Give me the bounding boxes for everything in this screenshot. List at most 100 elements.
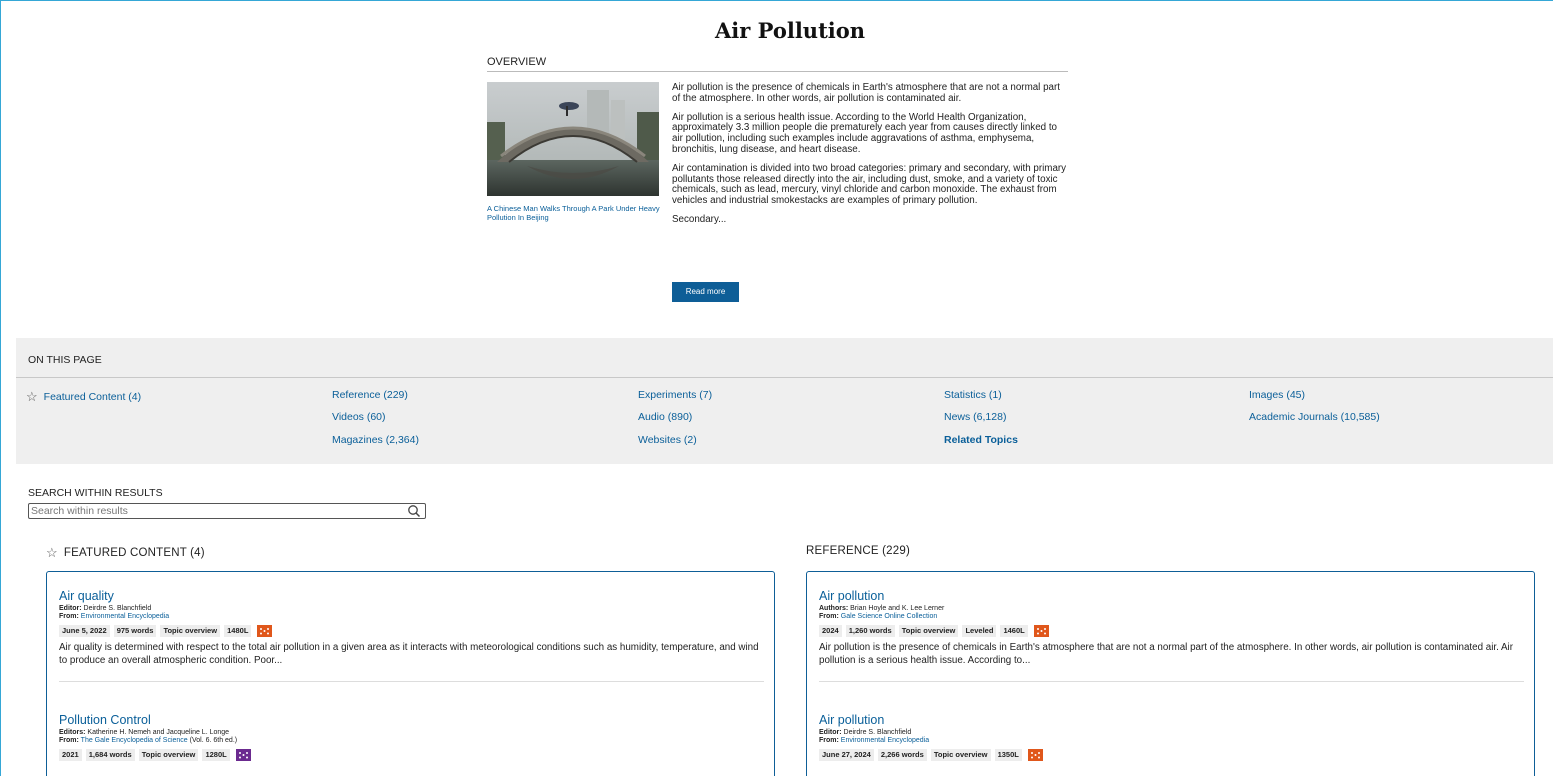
search-icon[interactable]	[407, 504, 421, 518]
reading-level-icon	[257, 625, 273, 637]
reading-level-icon	[1033, 625, 1049, 637]
otp-link-related-topics[interactable]: Related Topics	[944, 434, 1018, 446]
from-label: From:	[819, 613, 839, 620]
overview-heading: OVERVIEW	[487, 56, 1068, 72]
on-this-page-heading: ON THIS PAGE	[28, 354, 102, 366]
star-icon[interactable]: ☆	[46, 545, 58, 560]
word-count-tag: 975 words	[113, 625, 157, 637]
credit-value: Deirdre S. Blanchfield	[843, 729, 912, 736]
divider	[16, 377, 1553, 378]
content-type-tag: Topic overview	[930, 749, 991, 761]
otp-link-magazines[interactable]: Magazines (2,364)	[332, 434, 419, 446]
divider	[59, 681, 764, 682]
overview-image[interactable]	[487, 82, 659, 196]
search-within-heading: SEARCH WITHIN RESULTS	[28, 487, 163, 499]
list-item: Air pollution Authors: Brian Hoyle and K…	[819, 589, 1524, 682]
from-label: From:	[59, 613, 79, 620]
otp-link-audio[interactable]: Audio (890)	[638, 411, 692, 423]
result-credit: Editor: Deirdre S. Blanchfield	[59, 605, 764, 613]
result-tags: 2021 1,684 words Topic overview 1280L	[59, 749, 764, 762]
result-source: From: Environmental Encyclopedia	[819, 737, 1524, 745]
content-type-tag: Topic overview	[138, 749, 199, 761]
reading-level-icon	[1027, 749, 1043, 761]
date-tag: June 5, 2022	[59, 625, 110, 637]
otp-link-reference[interactable]: Reference (229)	[332, 389, 408, 401]
result-source: From: Environmental Encyclopedia	[59, 613, 764, 621]
otp-link-images[interactable]: Images (45)	[1249, 389, 1305, 401]
credit-label: Editors:	[59, 729, 86, 736]
overview-image-caption[interactable]: A Chinese Man Walks Through A Park Under…	[487, 204, 665, 222]
read-more-button[interactable]: Read more	[672, 282, 739, 302]
result-source: From: Gale Science Online Collection	[819, 613, 1524, 621]
reference-card: Air pollution Authors: Brian Hoyle and K…	[806, 571, 1535, 776]
content-type-tag: Topic overview	[898, 625, 959, 637]
date-tag: 2021	[59, 749, 82, 761]
list-item: Pollution Control Editors: Katherine H. …	[59, 713, 764, 762]
source-link[interactable]: Environmental Encyclopedia	[841, 737, 929, 744]
leveled-tag: Leveled	[962, 625, 997, 637]
star-icon: ☆	[26, 389, 38, 404]
source-volume: (Vol. 6. 6th ed.)	[187, 737, 238, 744]
otp-link-statistics[interactable]: Statistics (1)	[944, 389, 1002, 401]
result-title[interactable]: Air quality	[59, 589, 764, 603]
page-title: Air Pollution	[714, 18, 866, 43]
word-count-tag: 1,260 words	[845, 625, 895, 637]
lexile-tag: 1460L	[1000, 625, 1028, 637]
credit-label: Authors:	[819, 605, 849, 612]
result-credit: Editors: Katherine H. Nemeh and Jacqueli…	[59, 729, 764, 737]
list-item: Air quality Editor: Deirdre S. Blanchfie…	[59, 589, 764, 682]
otp-link-label: Featured Content (4)	[43, 391, 142, 403]
result-tags: 2024 1,260 words Topic overview Leveled …	[819, 625, 1524, 638]
result-source: From: The Gale Encyclopedia of Science (…	[59, 737, 764, 745]
source-link[interactable]: The Gale Encyclopedia of Science	[81, 737, 188, 744]
result-credit: Authors: Brian Hoyle and K. Lee Lerner	[819, 605, 1524, 613]
divider	[819, 681, 1524, 682]
credit-value: Katherine H. Nemeh and Jacqueline L. Lon…	[87, 729, 230, 736]
reading-level-icon	[235, 749, 251, 761]
featured-content-heading: ☆ FEATURED CONTENT (4)	[46, 545, 205, 561]
word-count-tag: 1,684 words	[85, 749, 135, 761]
from-label: From:	[59, 737, 79, 744]
date-tag: 2024	[819, 625, 842, 637]
result-description: Air pollution is the presence of chemica…	[819, 642, 1514, 666]
from-label: From:	[819, 737, 839, 744]
otp-link-news[interactable]: News (6,128)	[944, 411, 1006, 423]
otp-link-experiments[interactable]: Experiments (7)	[638, 389, 712, 401]
featured-content-card: Air quality Editor: Deirdre S. Blanchfie…	[46, 571, 775, 776]
source-link[interactable]: Environmental Encyclopedia	[81, 613, 169, 620]
on-this-page-panel: ON THIS PAGE ☆ Featured Content (4) Refer…	[16, 338, 1553, 464]
overview-text: Air pollution is the presence of chemica…	[672, 82, 1068, 234]
word-count-tag: 2,266 words	[877, 749, 927, 761]
overview-paragraph: Air pollution is a serious health issue.…	[672, 111, 1057, 155]
search-within-input[interactable]	[31, 504, 401, 518]
result-title[interactable]: Air pollution	[819, 713, 1524, 727]
date-tag: June 27, 2024	[819, 749, 874, 761]
overview-paragraph: Secondary...	[672, 213, 727, 225]
list-item: Air pollution Editor: Deirdre S. Blanchf…	[819, 713, 1524, 762]
result-credit: Editor: Deirdre S. Blanchfield	[819, 729, 1524, 737]
result-description: Air quality is determined with respect t…	[59, 642, 759, 666]
overview-paragraph: Air pollution is the presence of chemica…	[672, 82, 1060, 104]
lexile-tag: 1480L	[224, 625, 252, 637]
overview-paragraph: Air contamination is divided into two br…	[672, 162, 1067, 207]
credit-label: Editor:	[819, 729, 842, 736]
otp-link-videos[interactable]: Videos (60)	[332, 411, 386, 423]
search-within-box	[28, 503, 426, 519]
reference-heading: REFERENCE (229)	[806, 545, 910, 557]
otp-link-websites[interactable]: Websites (2)	[638, 434, 697, 446]
result-tags: June 27, 2024 2,266 words Topic overview…	[819, 749, 1524, 762]
otp-link-academic-journals[interactable]: Academic Journals (10,585)	[1249, 411, 1380, 423]
featured-content-heading-label: FEATURED CONTENT (4)	[63, 547, 205, 559]
result-title[interactable]: Pollution Control	[59, 713, 764, 727]
overview-section: OVERVIEW A Chinese Man Walks Through A P…	[487, 56, 1068, 302]
result-title[interactable]: Air pollution	[819, 589, 1524, 603]
lexile-tag: 1350L	[994, 749, 1022, 761]
lexile-tag: 1280L	[202, 749, 230, 761]
credit-label: Editor:	[59, 605, 82, 612]
credit-value: Brian Hoyle and K. Lee Lerner	[850, 605, 945, 612]
source-link[interactable]: Gale Science Online Collection	[841, 613, 938, 620]
otp-link-featured-content[interactable]: ☆ Featured Content (4)	[26, 389, 141, 405]
result-tags: June 5, 2022 975 words Topic overview 14…	[59, 625, 764, 638]
content-type-tag: Topic overview	[160, 625, 221, 637]
credit-value: Deirdre S. Blanchfield	[83, 605, 152, 612]
